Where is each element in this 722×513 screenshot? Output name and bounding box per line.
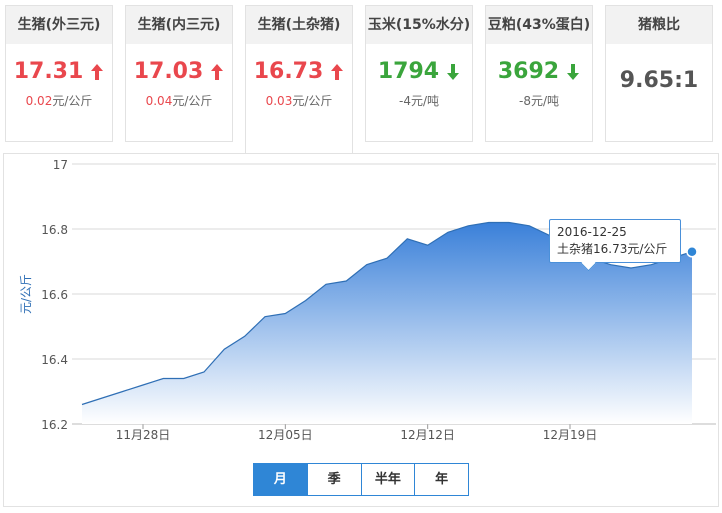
- range-selector: 月 季 半年 年: [253, 463, 469, 496]
- tooltip-value: 土杂猪16.73元/公斤: [557, 242, 668, 256]
- tab-half-year[interactable]: 半年: [360, 464, 415, 495]
- tab-month[interactable]: 月: [254, 464, 307, 495]
- x-tick-label: 12月05日: [258, 428, 313, 442]
- tab-quarter[interactable]: 季: [306, 464, 361, 495]
- y-tick-label: 17: [53, 158, 68, 172]
- tab-year[interactable]: 年: [414, 464, 468, 495]
- x-tick-label: 11月28日: [116, 428, 171, 442]
- y-tick-label: 16.8: [41, 223, 68, 237]
- y-tick-label: 16.2: [41, 418, 68, 432]
- x-tick-label: 12月19日: [543, 428, 598, 442]
- chart-tooltip: 2016-12-25 土杂猪16.73元/公斤: [549, 219, 681, 263]
- y-axis-label: 元/公斤: [19, 274, 33, 314]
- y-tick-label: 16.4: [41, 353, 68, 367]
- x-tick-label: 12月12日: [400, 428, 455, 442]
- y-tick-label: 16.6: [41, 288, 68, 302]
- tooltip-date: 2016-12-25: [557, 225, 627, 239]
- highlighted-point[interactable]: [686, 246, 698, 258]
